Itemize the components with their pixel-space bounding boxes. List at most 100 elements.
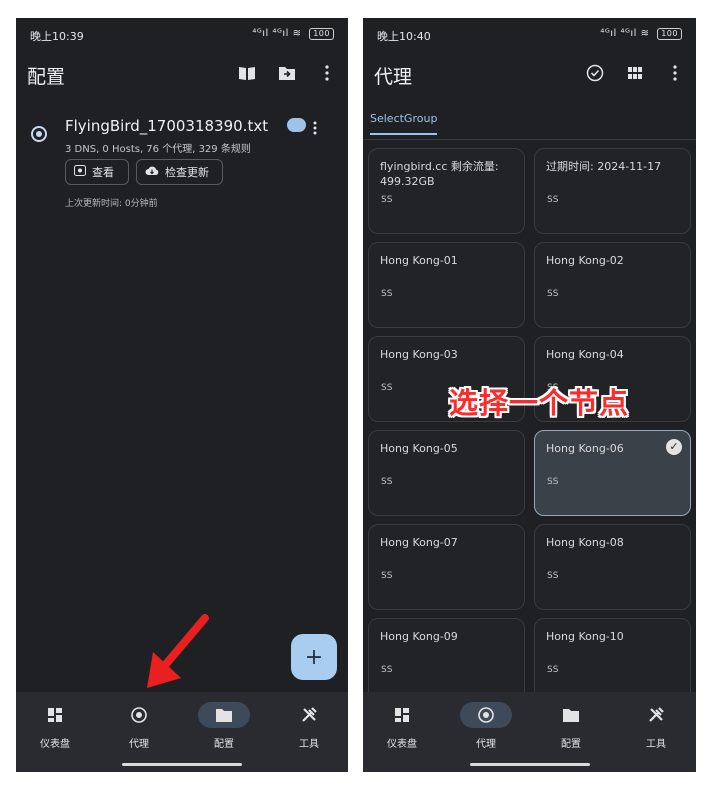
- dashboard-icon: [29, 702, 81, 728]
- proxy-card-selected[interactable]: Hong Kong-06 ✓ SS: [534, 430, 691, 516]
- status-indicators: ⁴ᴳıl ⁴ᴳıl ≋ 100: [600, 28, 682, 40]
- appbar-actions: [584, 62, 686, 84]
- nav-proxy-label: 代理: [129, 739, 149, 750]
- nav-tools-label: 工具: [646, 739, 666, 750]
- folder-icon: [198, 702, 250, 728]
- proxy-name: 过期时间: 2024-11-17: [546, 160, 662, 173]
- nav-dashboard[interactable]: 仪表盘: [20, 702, 90, 750]
- radio-target-icon: [113, 702, 165, 728]
- nav-dashboard[interactable]: 仪表盘: [367, 702, 437, 750]
- more-vert-icon[interactable]: [316, 62, 338, 84]
- grid-icon[interactable]: [624, 62, 646, 84]
- proxy-card[interactable]: 过期时间: 2024-11-17 SS: [534, 148, 691, 234]
- proxy-name: Hong Kong-09: [380, 630, 458, 643]
- view-button-label: 查看: [92, 166, 114, 179]
- proxy-name: Hong Kong-06: [546, 442, 624, 455]
- profile-selected-radio[interactable]: [31, 126, 47, 142]
- profile-more-icon[interactable]: [313, 120, 317, 139]
- group-tabs: SelectGroup: [363, 106, 696, 140]
- status-time: 晚上10:39: [30, 30, 84, 43]
- status-indicators: ⁴ᴳıl ⁴ᴳıl ≋ 100: [252, 28, 334, 40]
- arrow-icon: [147, 614, 209, 688]
- proxy-card[interactable]: Hong Kong-01 SS: [368, 242, 525, 328]
- nav-proxy[interactable]: 代理: [451, 702, 521, 750]
- proxy-name: Hong Kong-03: [380, 348, 458, 361]
- tab-selectgroup[interactable]: SelectGroup: [370, 112, 438, 135]
- radio-target-icon: [460, 702, 512, 728]
- proxy-type: SS: [547, 571, 559, 581]
- nav-tools[interactable]: 工具: [621, 702, 691, 750]
- home-indicator: [469, 763, 590, 766]
- proxy-name: Hong Kong-02: [546, 254, 624, 267]
- nav-profiles[interactable]: 配置: [189, 702, 259, 750]
- folder-import-icon[interactable]: [276, 62, 298, 84]
- proxy-name: Hong Kong-01: [380, 254, 458, 267]
- check-circle-icon[interactable]: [584, 62, 606, 84]
- status-bar: 晚上10:40 ⁴ᴳıl ⁴ᴳıl ≋ 100: [363, 18, 696, 52]
- proxy-type: SS: [381, 383, 393, 393]
- wifi-icon: ≋: [640, 28, 650, 39]
- profile-item[interactable]: FlyingBird_1700318390.txt 3 DNS, 0 Hosts…: [16, 114, 348, 234]
- cloud-download-icon: [145, 165, 159, 179]
- nav-tools[interactable]: 工具: [274, 702, 344, 750]
- proxy-type: SS: [381, 571, 393, 581]
- proxy-name: Hong Kong-05: [380, 442, 458, 455]
- page-title: 代理: [374, 66, 413, 88]
- battery-icon: 100: [657, 28, 682, 40]
- signal-icon: ⁴ᴳıl ⁴ᴳıl: [600, 28, 637, 39]
- proxy-name: Hong Kong-07: [380, 536, 458, 549]
- proxy-type: SS: [547, 195, 559, 205]
- tools-icon: [630, 702, 682, 728]
- dashboard-icon: [376, 702, 428, 728]
- check-update-button[interactable]: 检查更新: [136, 159, 223, 185]
- proxy-type: SS: [547, 665, 559, 675]
- home-indicator: [122, 763, 242, 766]
- nav-proxy[interactable]: 代理: [104, 702, 174, 750]
- check-update-label: 检查更新: [165, 166, 209, 179]
- proxy-type: SS: [547, 477, 559, 487]
- proxy-card[interactable]: Hong Kong-02 SS: [534, 242, 691, 328]
- battery-icon: 100: [309, 28, 334, 40]
- folder-icon: [545, 702, 597, 728]
- proxy-card[interactable]: Hong Kong-07 SS: [368, 524, 525, 610]
- profile-description: 3 DNS, 0 Hosts, 76 个代理, 329 条规则: [65, 144, 251, 155]
- proxy-name: Hong Kong-04: [546, 348, 624, 361]
- page-title: 配置: [27, 66, 66, 88]
- check-icon: ✓: [666, 439, 682, 455]
- bottom-navigation: 仪表盘 代理 配置 工具: [363, 692, 696, 772]
- nav-dashboard-label: 仪表盘: [387, 739, 417, 750]
- proxy-type: SS: [381, 477, 393, 487]
- nav-dashboard-label: 仪表盘: [40, 739, 70, 750]
- proxy-name: flyingbird.cc 剩余流量: 499.32GB: [380, 160, 499, 188]
- proxy-name: Hong Kong-08: [546, 536, 624, 549]
- proxy-type: SS: [381, 665, 393, 675]
- add-profile-button[interactable]: +: [291, 634, 337, 680]
- proxy-type: SS: [381, 195, 393, 205]
- profile-name: FlyingBird_1700318390.txt: [65, 117, 269, 135]
- proxy-name: Hong Kong-10: [546, 630, 624, 643]
- proxy-card[interactable]: Hong Kong-05 SS: [368, 430, 525, 516]
- status-bar: 晚上10:39 ⁴ᴳıl ⁴ᴳıl ≋ 100: [16, 18, 348, 52]
- eye-icon: [74, 165, 86, 179]
- profile-badge-icon: [287, 118, 306, 132]
- bottom-navigation: 仪表盘 代理 配置 工具: [16, 692, 348, 772]
- wifi-icon: ≋: [292, 28, 302, 39]
- proxy-card[interactable]: Hong Kong-08 SS: [534, 524, 691, 610]
- nav-profiles-label: 配置: [561, 739, 581, 750]
- proxy-type: SS: [381, 289, 393, 299]
- nav-tools-label: 工具: [299, 739, 319, 750]
- nav-profiles[interactable]: 配置: [536, 702, 606, 750]
- nav-proxy-label: 代理: [476, 739, 496, 750]
- book-icon[interactable]: [236, 62, 258, 84]
- status-time: 晚上10:40: [377, 30, 431, 43]
- proxy-type: SS: [547, 289, 559, 299]
- annotation-select-node: 选择一个节点: [449, 386, 630, 420]
- profile-updated-time: 上次更新时间: 0分钟前: [65, 199, 158, 209]
- view-button[interactable]: 查看: [65, 159, 129, 185]
- more-vert-icon[interactable]: [664, 62, 686, 84]
- proxy-card[interactable]: flyingbird.cc 剩余流量: 499.32GB SS: [368, 148, 525, 234]
- appbar-actions: [236, 62, 338, 84]
- tools-icon: [283, 702, 335, 728]
- signal-icon: ⁴ᴳıl ⁴ᴳıl: [252, 28, 289, 39]
- nav-profiles-label: 配置: [214, 739, 234, 750]
